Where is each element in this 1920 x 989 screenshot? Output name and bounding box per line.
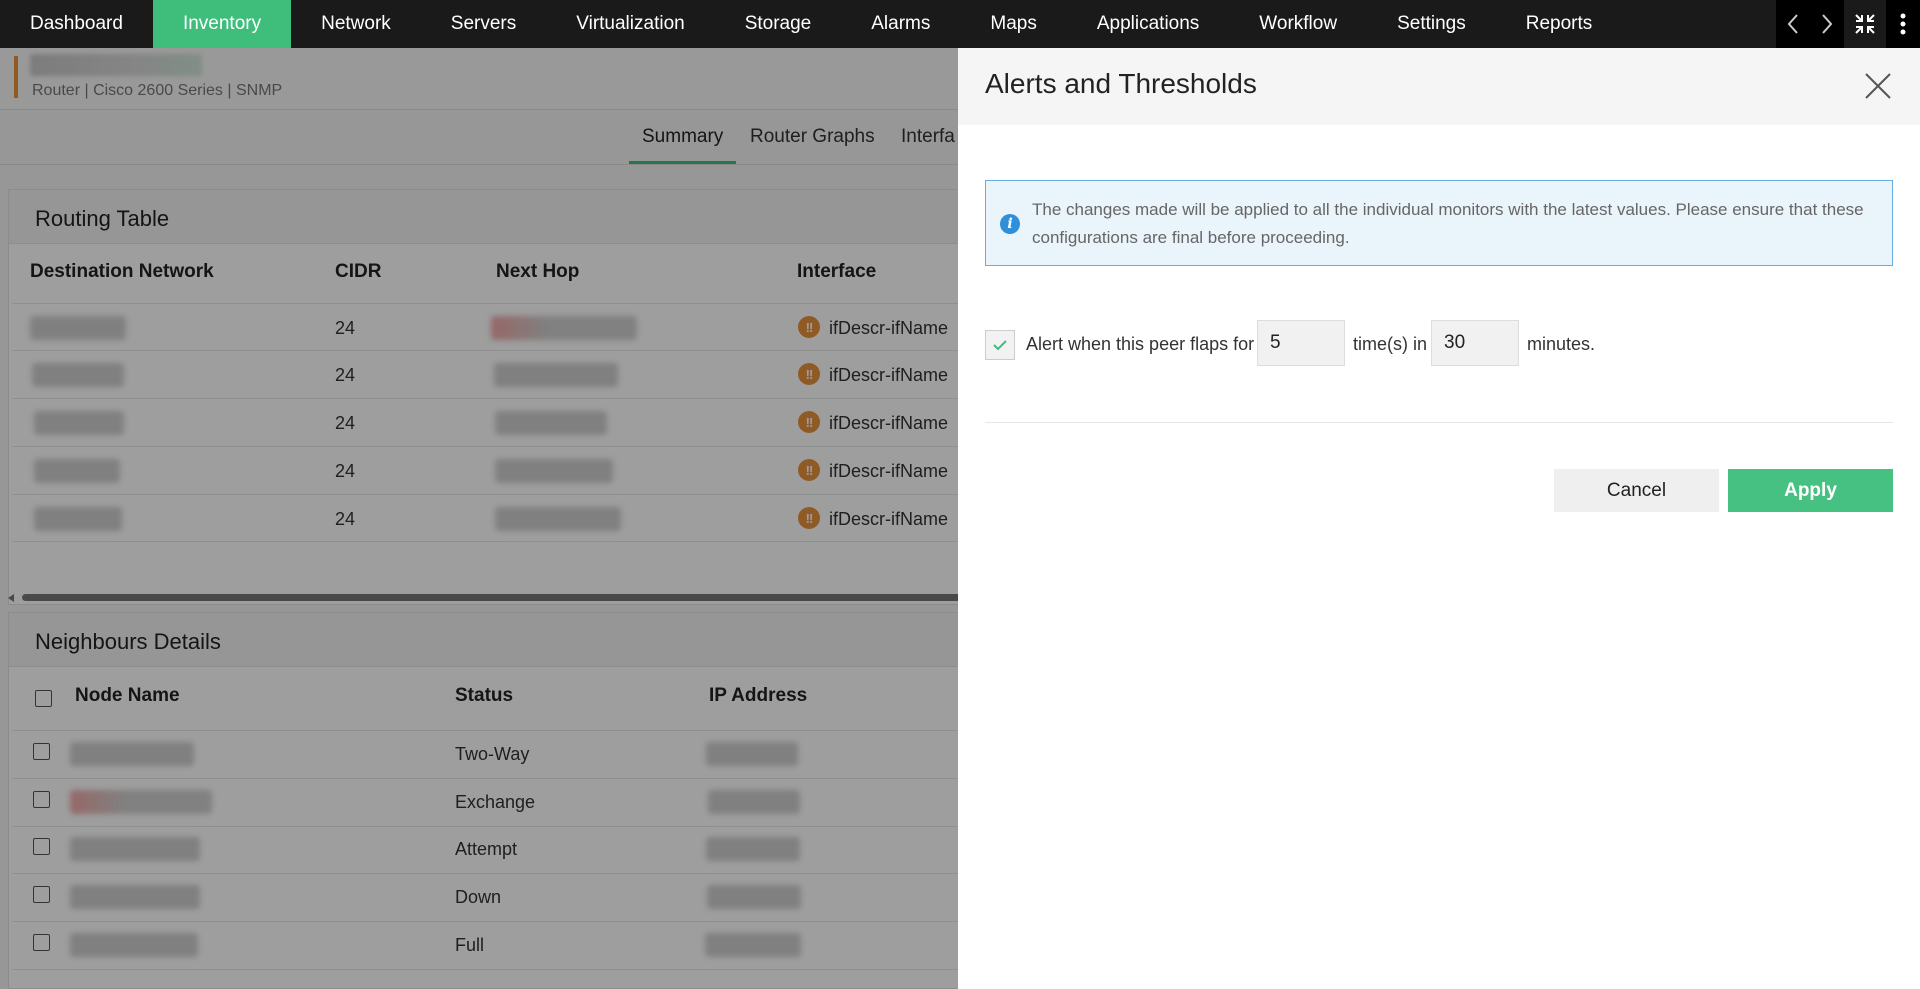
nav-dashboard[interactable]: Dashboard	[0, 0, 153, 48]
prev-arrow-icon[interactable]	[1776, 0, 1810, 48]
collapse-icon[interactable]	[1844, 0, 1886, 48]
drawer-title: Alerts and Thresholds	[985, 68, 1257, 99]
times-label: time(s) in	[1353, 334, 1428, 354]
alert-checkbox[interactable]	[985, 330, 1015, 360]
nav-workflow[interactable]: Workflow	[1229, 0, 1367, 48]
alerts-thresholds-drawer: Alerts and Thresholds i The changes made…	[958, 48, 1920, 989]
nav-alarms[interactable]: Alarms	[841, 0, 960, 48]
info-message: The changes made will be applied to all …	[1032, 200, 1864, 247]
alert-label: Alert when this peer flaps for	[1026, 334, 1255, 354]
next-arrow-icon[interactable]	[1810, 0, 1844, 48]
top-navigation: Dashboard Inventory Network Servers Virt…	[0, 0, 1920, 48]
apply-button[interactable]: Apply	[1728, 469, 1893, 512]
more-vertical-icon[interactable]	[1886, 0, 1920, 48]
info-banner: i The changes made will be applied to al…	[985, 180, 1893, 266]
form-divider	[985, 422, 1893, 423]
nav-servers[interactable]: Servers	[421, 0, 546, 48]
check-icon	[993, 340, 1007, 351]
nav-controls	[1776, 0, 1920, 48]
info-icon: i	[1000, 214, 1020, 234]
nav-inventory[interactable]: Inventory	[152, 0, 292, 48]
close-icon[interactable]	[1862, 70, 1894, 102]
nav-storage[interactable]: Storage	[715, 0, 842, 48]
nav-maps[interactable]: Maps	[960, 0, 1066, 48]
cancel-button[interactable]: Cancel	[1554, 469, 1719, 512]
nav-reports[interactable]: Reports	[1496, 0, 1623, 48]
minutes-input[interactable]	[1431, 320, 1519, 366]
minutes-label: minutes.	[1527, 334, 1596, 354]
modal-backdrop[interactable]	[0, 48, 958, 989]
nav-settings[interactable]: Settings	[1367, 0, 1496, 48]
nav-virtualization[interactable]: Virtualization	[546, 0, 714, 48]
drawer-header: Alerts and Thresholds	[958, 48, 1920, 125]
nav-applications[interactable]: Applications	[1067, 0, 1229, 48]
flap-count-input[interactable]	[1257, 320, 1345, 366]
nav-network[interactable]: Network	[291, 0, 421, 48]
